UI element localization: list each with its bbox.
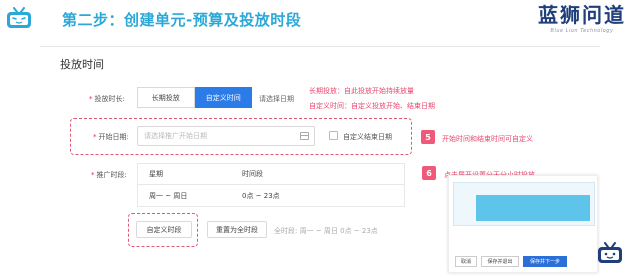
section-title: 投放时间 xyxy=(60,58,104,71)
custom-schedule-button[interactable]: 自定义时段 xyxy=(136,221,192,238)
header-divider xyxy=(40,46,600,47)
duration-label: * 投放时长: xyxy=(89,95,125,103)
select-date-hint: 请选择日期 xyxy=(259,95,294,103)
preview-save-next-button[interactable]: 保存并下一步 xyxy=(523,256,567,267)
start-date-input[interactable]: 请选择推广开始日期 xyxy=(137,126,315,146)
custom-end-date-label: 自定义结束日期 xyxy=(343,133,392,141)
step-6-badge: 6 xyxy=(422,166,436,180)
brand-name: 蓝狮问道 xyxy=(538,3,626,27)
cell-time-range: 0点 ~ 23点 xyxy=(242,191,280,200)
table-row: 周一 ~ 周日 0点 ~ 23点 xyxy=(138,185,404,206)
preview-save-exit-button[interactable]: 保存并退出 xyxy=(481,256,519,267)
step-5-annotation: 开始时间和结束时间可自定义 xyxy=(442,135,533,143)
long-term-option[interactable]: 长期投放 xyxy=(137,87,195,108)
brand-logo: 蓝狮问道 Blue Lion Technology xyxy=(530,2,634,46)
step-5-badge: 5 xyxy=(421,130,435,144)
tv-logo-icon xyxy=(7,7,31,28)
schedule-table: 星期 时间段 周一 ~ 周日 0点 ~ 23点 xyxy=(137,163,405,207)
full-time-text: 全时段: 周一 ~ 周日 0点 ~ 23点 xyxy=(274,227,378,235)
calendar-icon xyxy=(300,132,309,140)
start-date-label: * 开始日期: xyxy=(93,133,129,141)
long-term-annotation: 长期投放：自此投放开始持续放量 xyxy=(309,87,414,95)
preview-actions: 取消 保存并退出 保存并下一步 xyxy=(449,256,597,268)
custom-time-option[interactable]: 自定义时间 xyxy=(194,87,252,108)
duration-toggle: 长期投放 自定义时间 xyxy=(137,87,252,108)
reset-full-time-button[interactable]: 重置为全时段 xyxy=(207,221,267,238)
custom-time-annotation: 自定义时间：自定义投放开始、结束日期 xyxy=(309,102,435,110)
hour-grid-preview xyxy=(453,182,595,226)
brand-subtitle: Blue Lion Technology xyxy=(550,28,614,34)
page-title: 第二步：创建单元-预算及投放时段 xyxy=(62,11,302,29)
schedule-preview-thumbnail: 取消 保存并退出 保存并下一步 xyxy=(448,175,598,273)
column-time-range: 时间段 xyxy=(242,170,263,178)
tv-mascot-icon xyxy=(598,242,622,263)
table-header: 星期 时间段 xyxy=(138,164,404,185)
schedule-label: * 推广时段: xyxy=(91,171,127,179)
start-date-placeholder: 请选择推广开始日期 xyxy=(144,132,207,140)
custom-end-date-checkbox[interactable] xyxy=(329,131,338,140)
column-weekday: 星期 xyxy=(149,170,163,178)
preview-cancel-button[interactable]: 取消 xyxy=(455,256,477,267)
cell-weekday: 周一 ~ 周日 xyxy=(149,191,188,200)
selected-hours-area xyxy=(476,195,590,221)
